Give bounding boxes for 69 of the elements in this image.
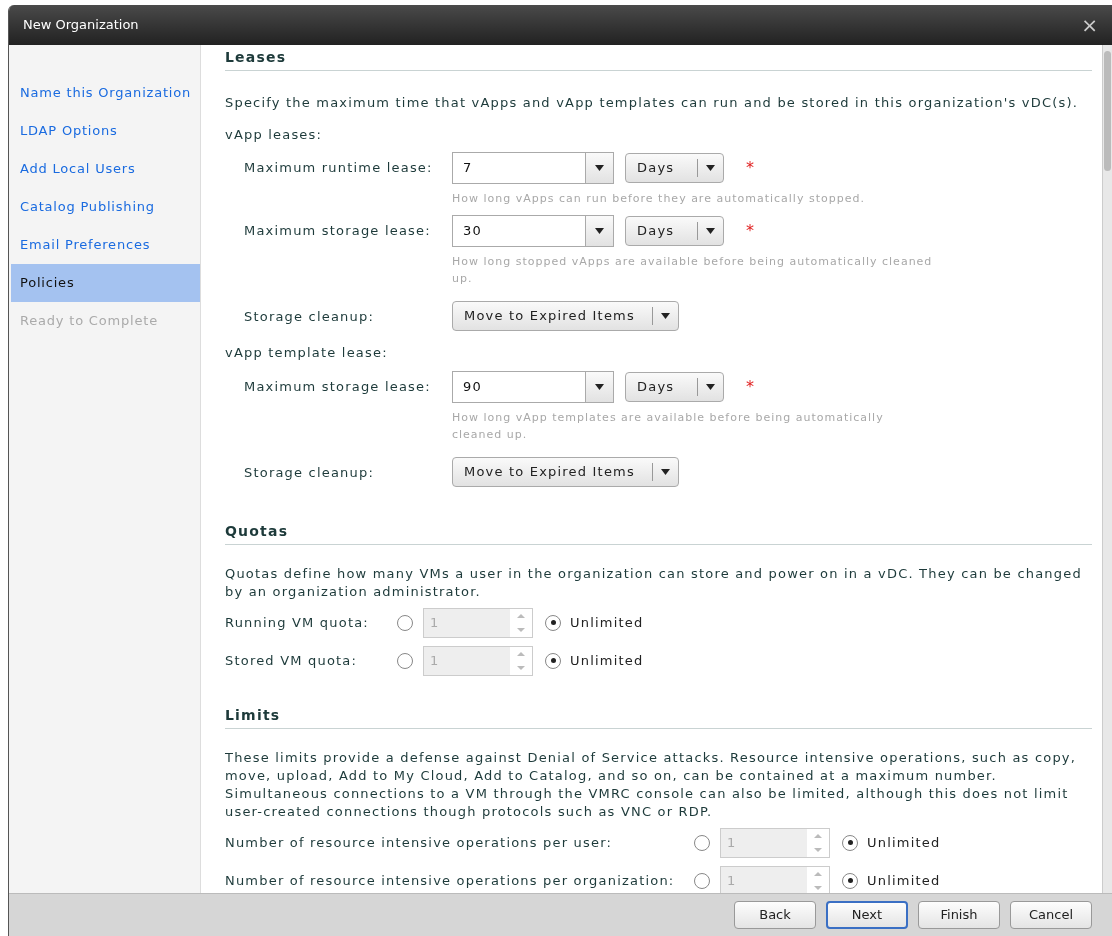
field-hint: How long stopped vApps are available before being automatically cleaned up. [452,254,934,287]
dropdown-arrow-icon [706,165,715,171]
window-title: New Organization [23,16,139,35]
dialog-button[interactable]: Finish [918,901,1000,929]
radio-button[interactable] [545,652,561,669]
lease-combo-field[interactable]: 7 [452,152,614,184]
field-label: Number of resource intensive operations per user: [225,833,614,852]
group-label: vApp template lease: [225,344,389,362]
field-label: Maximum storage lease: [244,377,432,396]
sidebar-item[interactable]: Catalog Publishing [11,188,200,226]
radio-button[interactable] [397,614,413,631]
required-mark: * [746,157,756,179]
dialog-button[interactable]: Cancel [1010,901,1092,929]
dropdown-arrow-icon [595,228,604,234]
unit-dropdown[interactable]: Days [625,153,724,183]
sidebar-item[interactable]: Name this Organization [11,74,200,112]
sidebar-item[interactable]: LDAP Options [11,112,200,150]
sidebar-item[interactable]: Policies [11,264,200,302]
field-hint: How long vApp templates are available before being automatically cleaned up. [452,409,885,443]
cleanup-dropdown[interactable]: Move to Expired Items [452,456,679,487]
dropdown-arrow-icon [706,228,715,234]
dialog-button[interactable]: Next [826,901,908,929]
spinner-arrows-icon[interactable] [510,646,532,675]
option-label: Unlimited [867,871,941,890]
section-description: Quotas define how many VMs a user in the organization can store and power on in a vDC. They can be changed by an organization administrator. [225,564,1083,601]
group-label: vApp leases: [225,125,324,144]
radio-button[interactable] [694,872,710,889]
spinner-arrows-icon[interactable] [807,866,829,893]
radio-button[interactable] [545,614,561,631]
unit-dropdown[interactable]: Days [625,216,724,246]
lease-combo-field[interactable]: 30 [452,215,614,247]
field-label: Stored VM quota: [225,651,359,670]
option-label: Unlimited [867,833,941,852]
spinner-arrows-icon[interactable] [807,828,829,857]
option-label: Unlimited [570,651,644,670]
section-description: These limits provide a defense against Denial of Service attacks. Resource intensive operations, such as copy, move, upload, Add to My Cloud, Add to Catalog, and so on, can be contained at a maximum number. Simultaneous connections to a VM through the VMRC console can also be limited, although this does not limit user-created connections though protocols such as VNC or RDP. [225,748,1078,821]
dropdown-arrow-icon [595,383,604,390]
cleanup-dropdown[interactable]: Move to Expired Items [452,301,679,331]
scrollbar[interactable] [1102,45,1112,893]
section-heading: Quotas [225,521,290,541]
required-mark: * [746,220,756,242]
radio-button[interactable] [397,652,413,669]
field-label: Storage cleanup: [244,463,376,482]
dropdown-arrow-icon [595,165,604,171]
dropdown-arrow-icon [706,383,715,390]
sidebar-item[interactable]: Email Preferences [11,226,200,264]
field-hint: How long vApps can run before they are automatically stopped. [452,191,866,207]
radio-button[interactable] [842,834,858,851]
radio-button[interactable] [842,872,858,889]
section-description: Specify the maximum time that vApps and vApp templates can run and be stored in this organization's vDC(s). [225,94,1080,112]
close-button[interactable]: × [1081,15,1098,35]
dropdown-arrow-icon [661,313,670,319]
field-label: Number of resource intensive operations per organization: [225,871,676,890]
unit-dropdown[interactable]: Days [625,371,724,402]
field-label: Maximum storage lease: [244,222,432,240]
lease-combo-field[interactable]: 90 [452,370,614,403]
field-label: Running VM quota: [225,613,370,632]
dialog-button[interactable]: Back [734,901,816,929]
sidebar-item: Ready to Complete [19,312,159,331]
radio-button[interactable] [694,834,710,851]
field-label: Maximum runtime lease: [244,159,434,177]
spinner-arrows-icon[interactable] [510,608,532,637]
field-label: Storage cleanup: [244,308,376,326]
required-mark: * [746,375,756,398]
section-heading: Leases [225,48,288,67]
section-heading: Limits [225,705,282,725]
sidebar-item[interactable]: Add Local Users [11,150,200,188]
dropdown-arrow-icon [661,468,670,475]
option-label: Unlimited [570,613,644,632]
